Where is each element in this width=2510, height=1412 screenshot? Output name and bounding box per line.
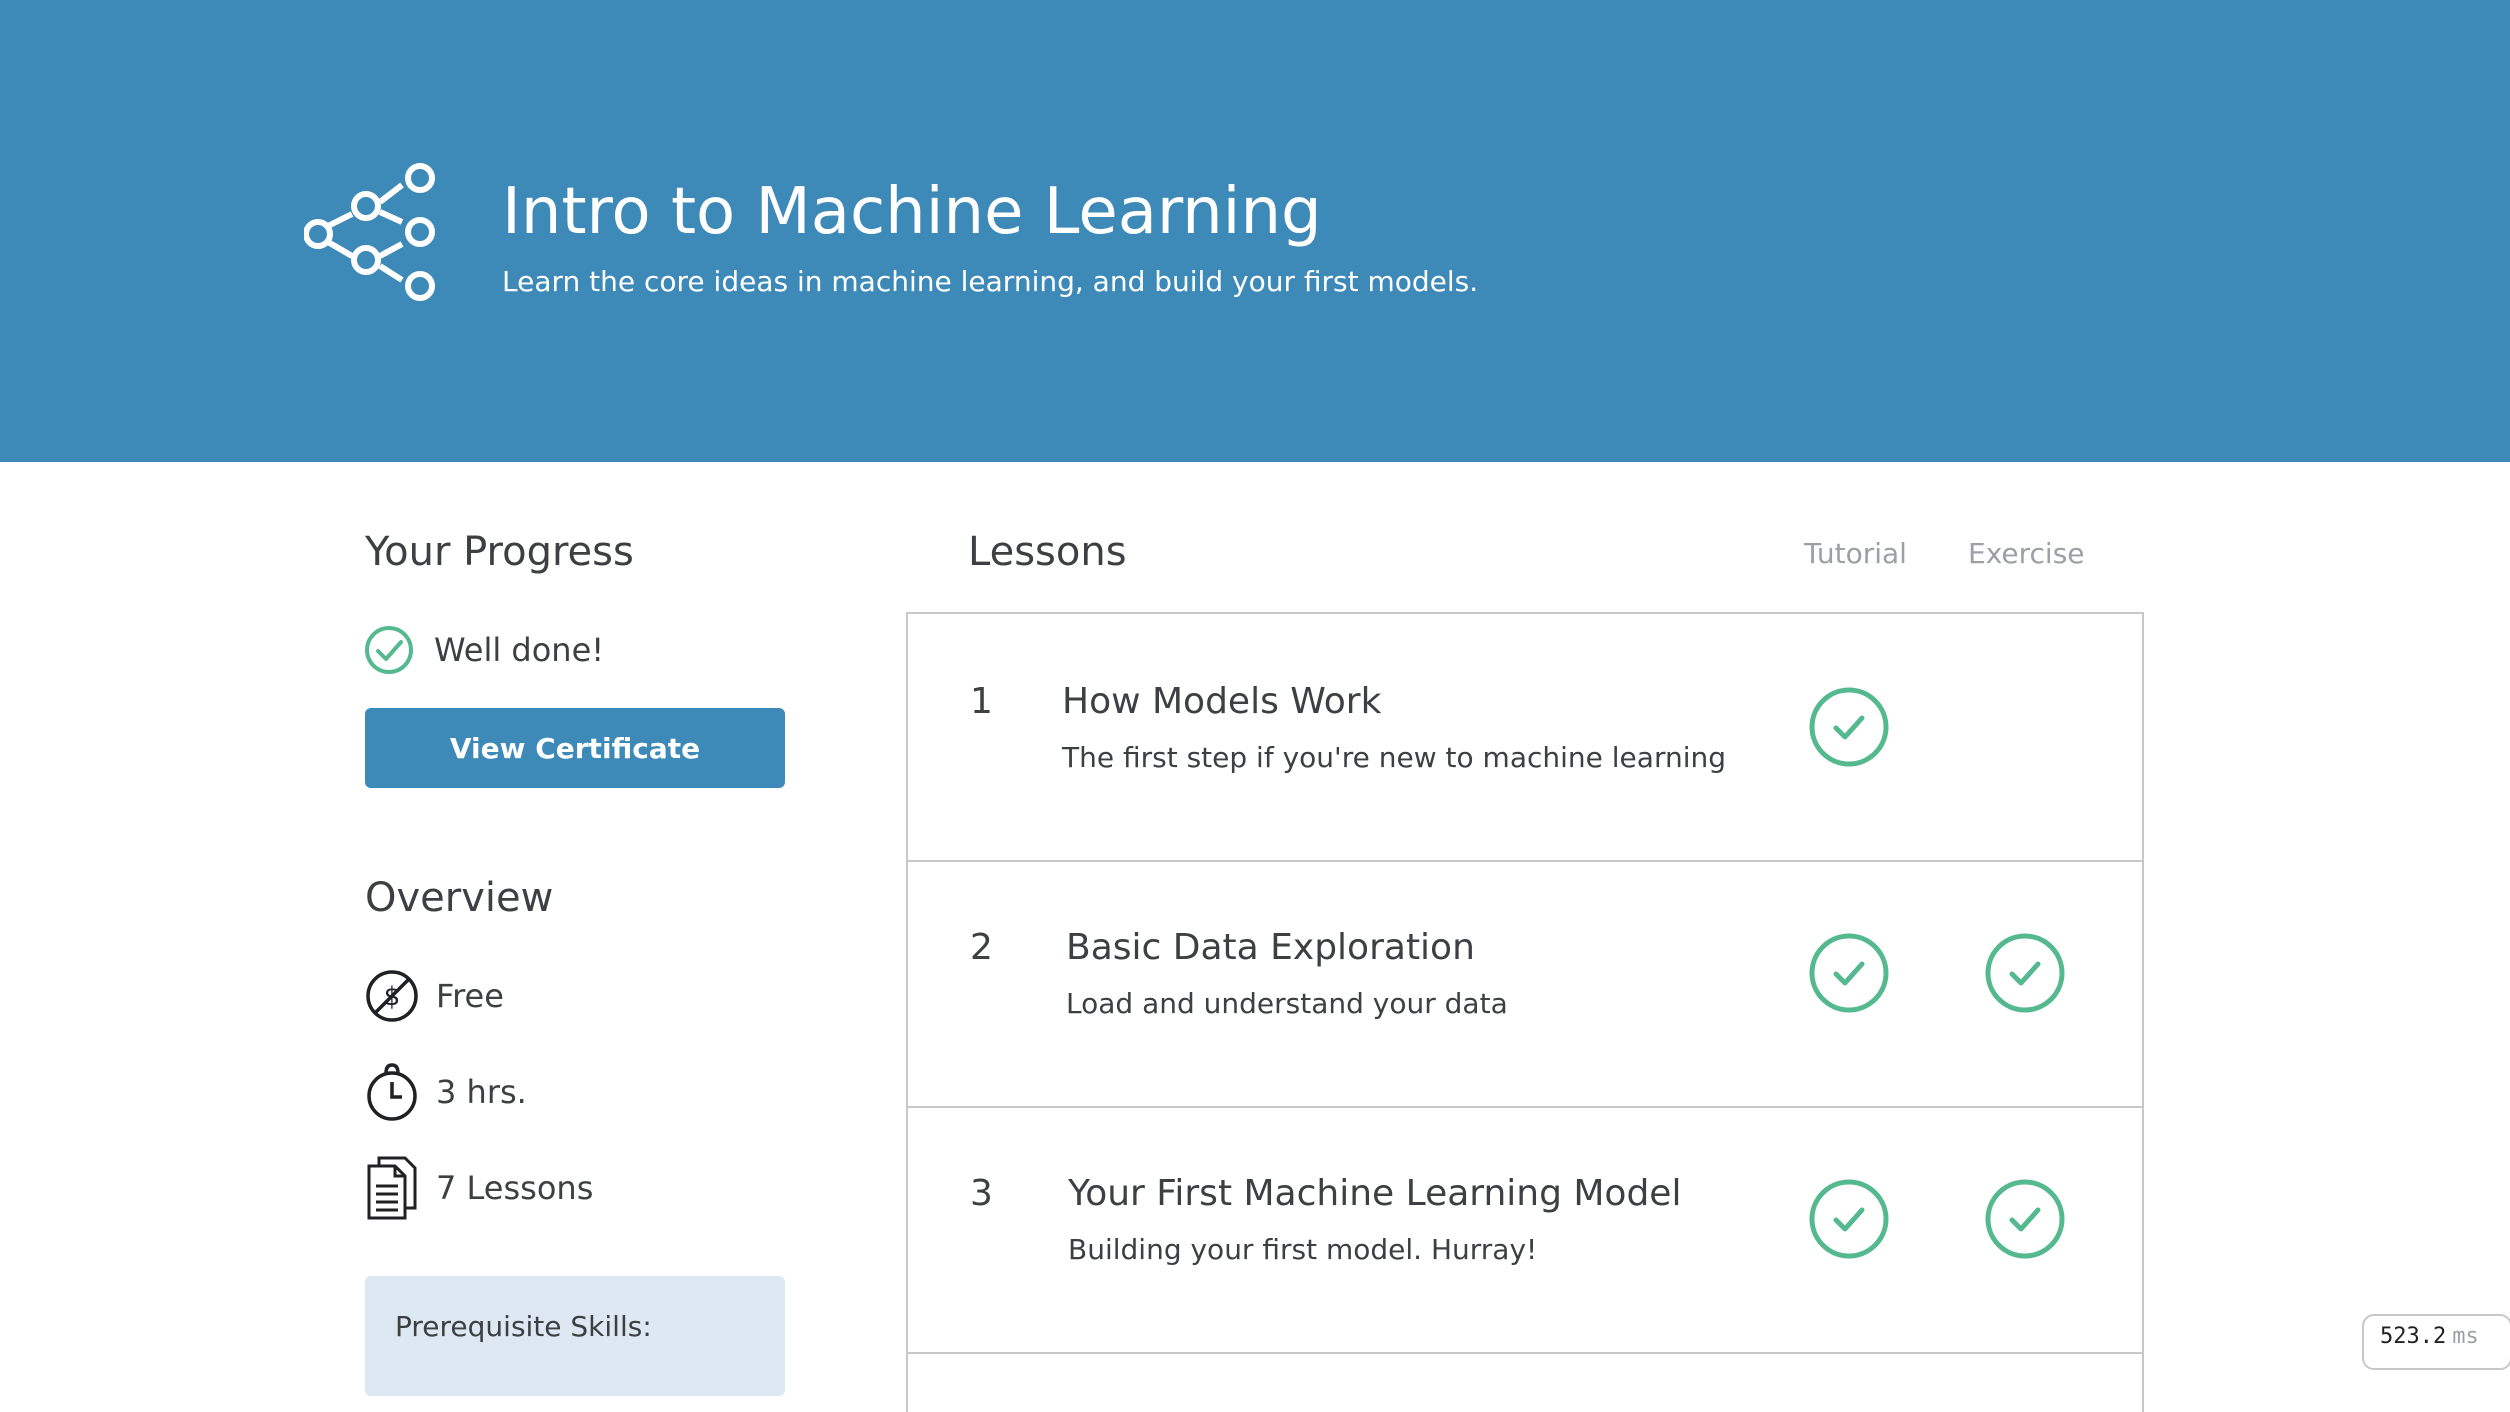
- prerequisite-skills-box: Prerequisite Skills:: [365, 1276, 785, 1396]
- network-nodes-icon: [304, 163, 435, 301]
- overview-heading: Overview: [365, 875, 554, 921]
- render-timing-badge: 523.2 ms: [2362, 1314, 2510, 1370]
- svg-text:$: $: [384, 982, 401, 1012]
- course-title: Intro to Machine Learning: [502, 175, 1322, 249]
- exercise-complete-check-icon[interactable]: [1984, 932, 2066, 1014]
- tutorial-complete-check-icon[interactable]: [1808, 1178, 1890, 1260]
- lesson-title[interactable]: Basic Data Exploration: [1066, 924, 1475, 972]
- exercise-complete-check-icon[interactable]: [1984, 1178, 2066, 1260]
- prerequisite-skills-label: Prerequisite Skills:: [395, 1310, 652, 1343]
- lesson-description: Load and understand your data: [1066, 987, 1508, 1020]
- overview-item-duration: 3 hrs.: [364, 1062, 527, 1122]
- progress-heading: Your Progress: [365, 529, 634, 575]
- lesson-title[interactable]: How Models Work: [1062, 678, 1381, 726]
- view-certificate-button[interactable]: View Certificate: [365, 708, 785, 788]
- column-header-exercise: Exercise: [1968, 537, 2085, 570]
- lessons-list: 1 How Models Work The first step if you'…: [906, 612, 2144, 1412]
- progress-status: Well done!: [364, 622, 604, 678]
- lesson-row[interactable]: 3 Your First Machine Learning Model Buil…: [908, 1106, 2142, 1354]
- course-header-banner: Intro to Machine Learning Learn the core…: [0, 0, 2510, 462]
- lesson-row[interactable]: 1 How Models Work The first step if you'…: [908, 614, 2142, 862]
- course-subtitle: Learn the core ideas in machine learning…: [502, 265, 1479, 298]
- tutorial-complete-check-icon[interactable]: [1808, 686, 1890, 768]
- lesson-title[interactable]: Your First Machine Learning Model: [1068, 1170, 1681, 1218]
- no-cost-icon: $: [364, 966, 420, 1026]
- lesson-description: The first step if you're new to machine …: [1062, 741, 1727, 774]
- lesson-number: 3: [970, 1173, 993, 1214]
- lesson-description: Building your first model. Hurray!: [1068, 1233, 1538, 1266]
- lesson-number: 1: [970, 681, 993, 722]
- document-icon: [364, 1156, 420, 1220]
- overview-lessons-label: 7 Lessons: [436, 1169, 594, 1207]
- check-circle-icon: [365, 626, 413, 674]
- overview-duration-label: 3 hrs.: [436, 1073, 527, 1111]
- overview-item-lessons: 7 Lessons: [364, 1156, 594, 1220]
- timing-unit: ms: [2452, 1324, 2479, 1349]
- lesson-row[interactable]: 2 Basic Data Exploration Load and unders…: [908, 860, 2142, 1108]
- progress-status-text: Well done!: [434, 631, 605, 669]
- lesson-number: 2: [970, 927, 993, 968]
- stopwatch-icon: [364, 1062, 420, 1122]
- overview-item-cost: $ Free: [364, 966, 504, 1026]
- column-header-tutorial: Tutorial: [1804, 537, 1907, 570]
- tutorial-complete-check-icon[interactable]: [1808, 932, 1890, 1014]
- lessons-heading: Lessons: [968, 529, 1127, 575]
- overview-cost-label: Free: [436, 977, 504, 1015]
- timing-value: 523.2: [2380, 1324, 2447, 1349]
